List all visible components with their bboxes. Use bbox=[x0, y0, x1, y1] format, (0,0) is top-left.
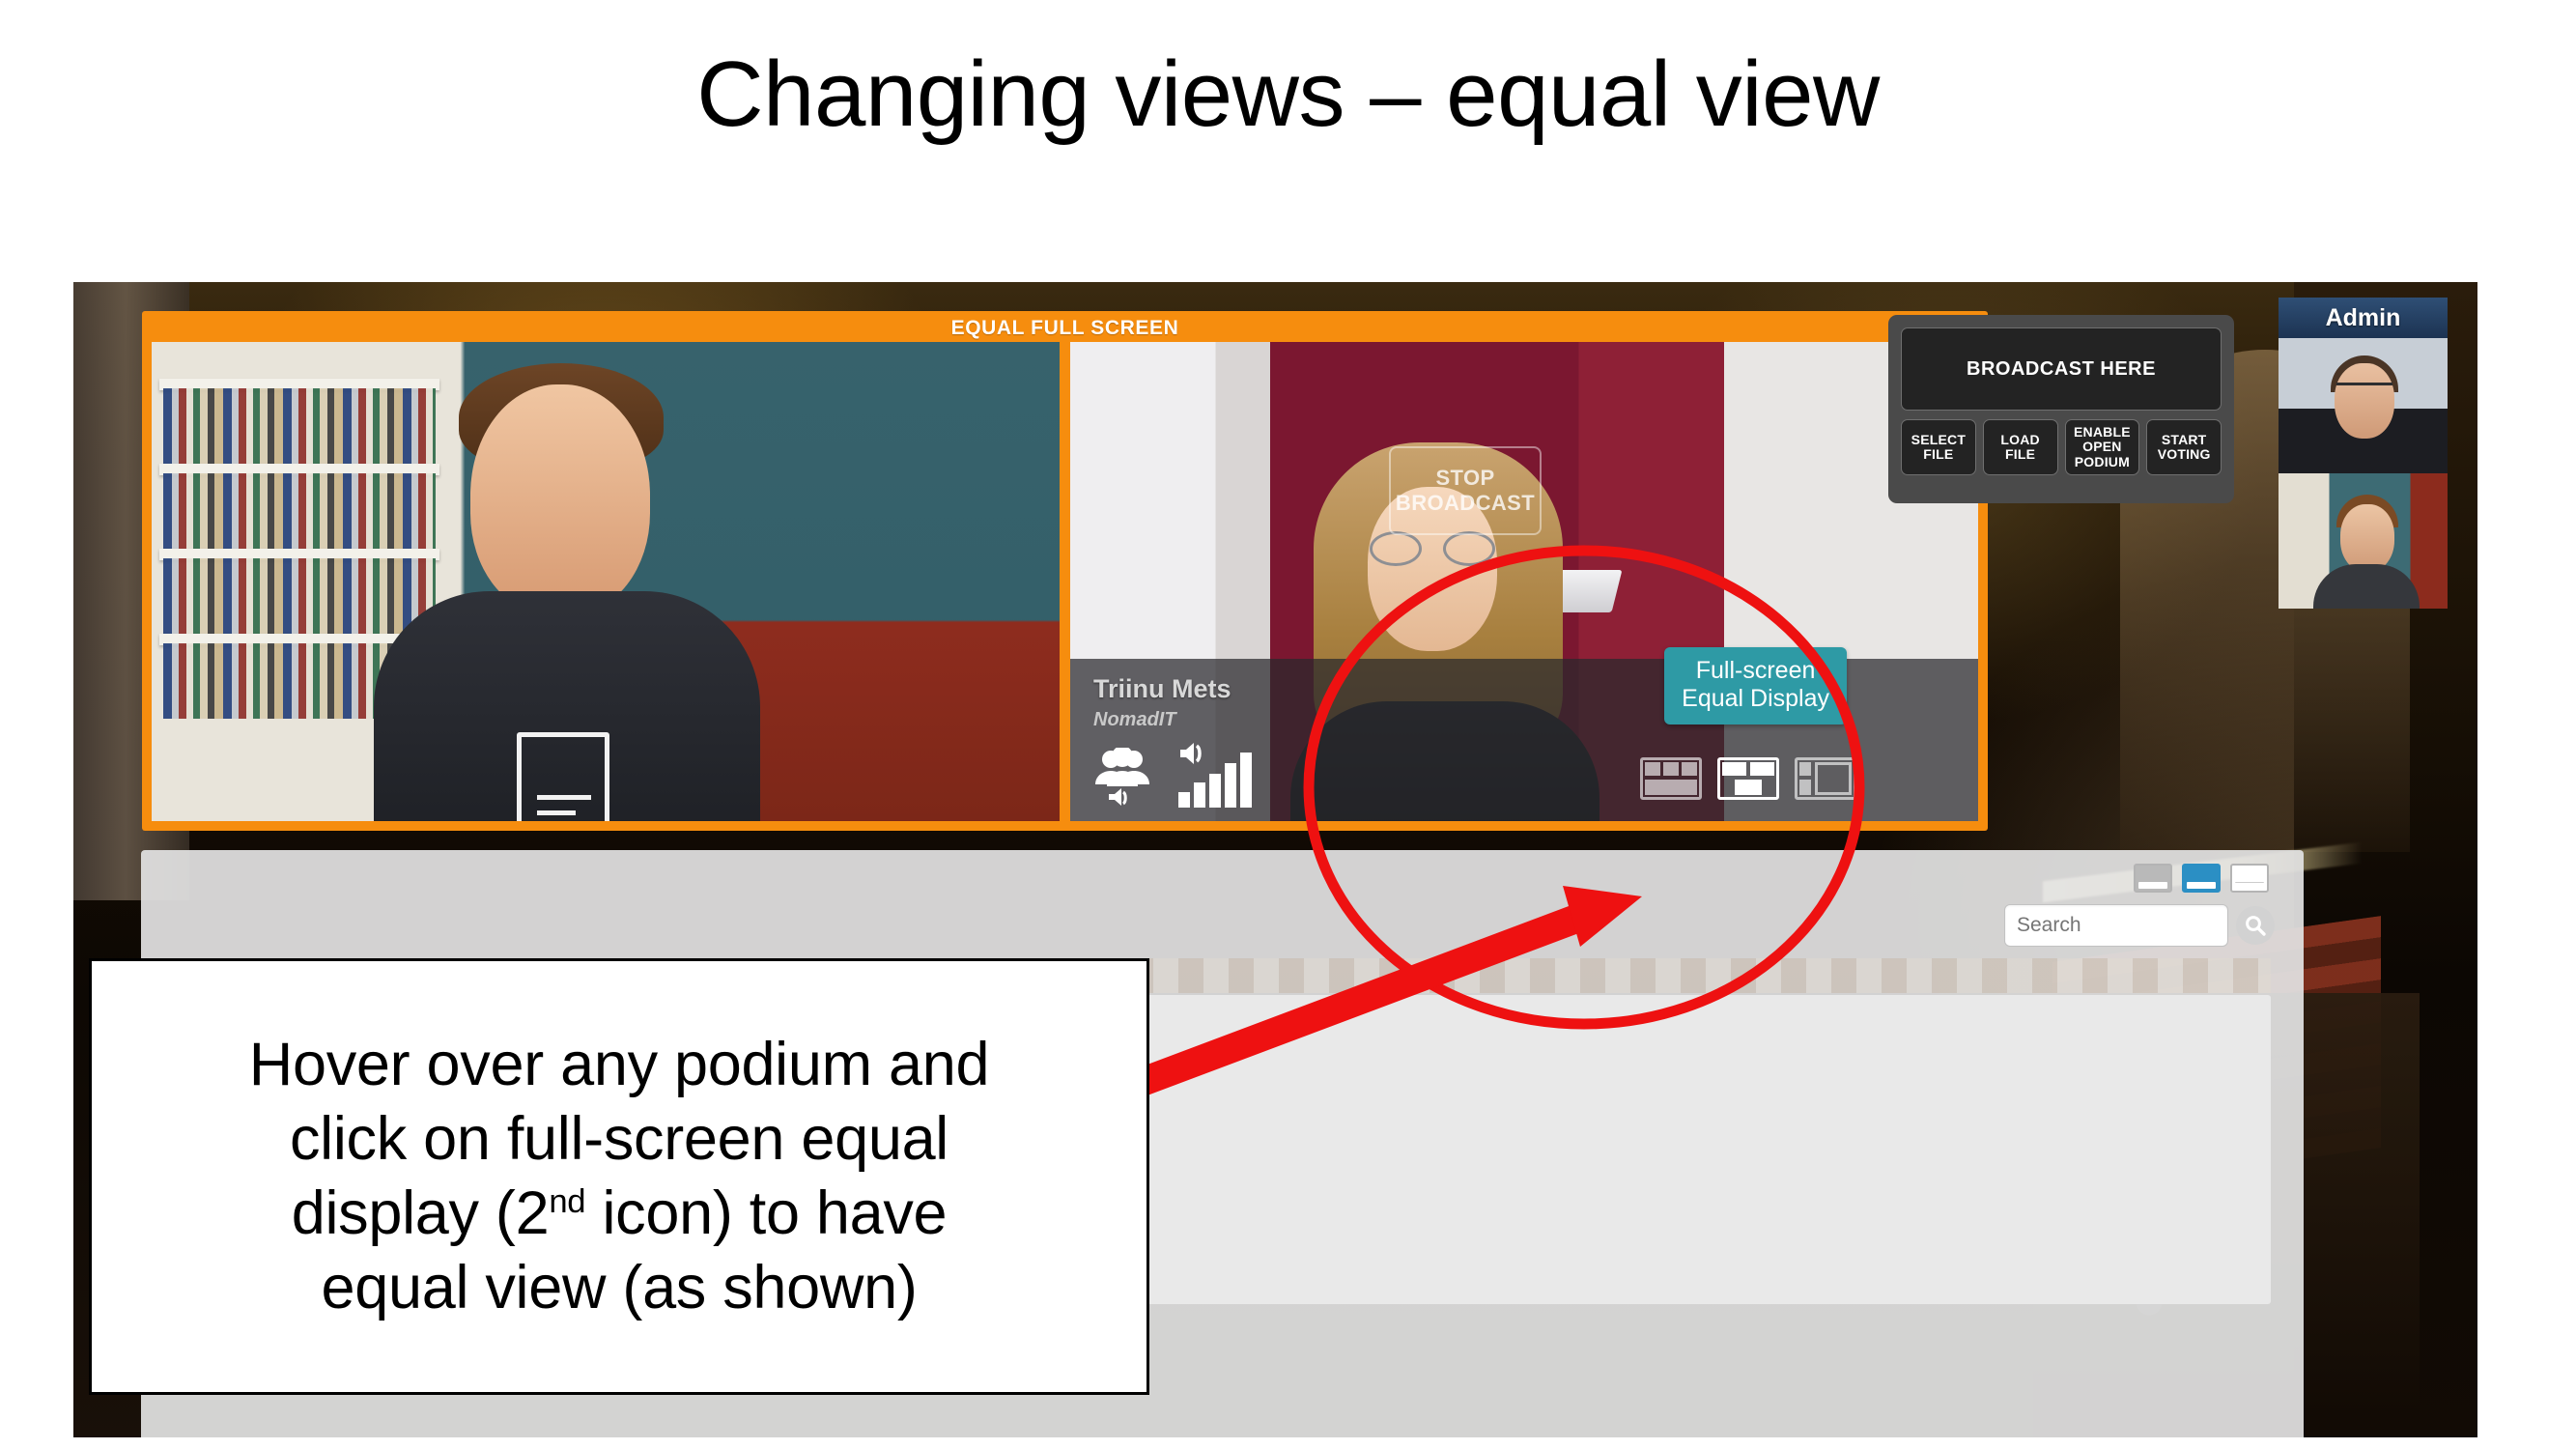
stop-broadcast-button[interactable]: STOP BROADCAST bbox=[1389, 446, 1542, 535]
layout-option-3-icon[interactable] bbox=[2230, 864, 2269, 893]
callout-line-1: Hover over any podium and bbox=[248, 1031, 990, 1099]
equal-full-screen-window: EQUAL FULL SCREEN STOP BROADCAST Triinu … bbox=[142, 311, 1988, 831]
search-area bbox=[2004, 904, 2275, 947]
video-panes-container: STOP BROADCAST Triinu Mets NomadIT Full-… bbox=[152, 342, 1978, 821]
layout-option-1-icon[interactable] bbox=[2134, 864, 2172, 893]
search-icon bbox=[2246, 916, 2266, 936]
layout-switch-icon-group bbox=[1640, 757, 1856, 800]
enable-open-podium-button[interactable]: ENABLE OPEN PODIUM bbox=[2064, 419, 2140, 475]
layout-option-2-icon[interactable] bbox=[2182, 864, 2221, 893]
thumbnails-top-layout-icon[interactable] bbox=[1640, 757, 1702, 800]
admin-thumbnail-1[interactable] bbox=[2279, 338, 2448, 473]
speaker-organisation: NomadIT bbox=[1093, 709, 1176, 730]
broadcast-control-panel: BROADCAST HERE SELECT FILE LOAD FILE ENA… bbox=[1888, 315, 2234, 503]
sidebar-left-layout-icon[interactable] bbox=[1795, 757, 1856, 800]
pane-control-overlay: Triinu Mets NomadIT Full-screen Equal Di… bbox=[1070, 647, 1978, 821]
bottom-layout-icon-group bbox=[2134, 864, 2269, 893]
equal-window-title: EQUAL FULL SCREEN bbox=[950, 317, 1179, 339]
right-participant-video[interactable]: STOP BROADCAST Triinu Mets NomadIT Full-… bbox=[1070, 342, 1978, 821]
search-input[interactable] bbox=[2004, 904, 2228, 947]
people-audio-icon[interactable] bbox=[1091, 746, 1153, 808]
full-screen-equal-display-tooltip: Full-screen Equal Display bbox=[1664, 647, 1847, 724]
page-title: Changing views – equal view bbox=[696, 43, 1880, 146]
instruction-callout: Hover over any podium and click on full-… bbox=[89, 958, 1149, 1395]
load-file-button[interactable]: LOAD FILE bbox=[1982, 419, 2058, 475]
start-voting-button[interactable]: START VOTING bbox=[2146, 419, 2222, 475]
admin-thumbnail-2[interactable] bbox=[2279, 473, 2448, 609]
left-participant-video[interactable] bbox=[152, 342, 1060, 821]
control-button-row: SELECT FILE LOAD FILE ENABLE OPEN PODIUM… bbox=[1901, 419, 2222, 475]
admin-header: Admin bbox=[2279, 298, 2448, 338]
full-screen-equal-display-icon[interactable] bbox=[1717, 757, 1779, 800]
left-person-head bbox=[470, 384, 650, 614]
callout-line-3-sup: nd bbox=[549, 1183, 586, 1220]
search-button[interactable] bbox=[2236, 906, 2275, 945]
callout-line-3a: display (2 bbox=[291, 1179, 550, 1247]
callout-line-2: click on full-screen equal bbox=[289, 1105, 949, 1174]
callout-line-4: equal view (as shown) bbox=[321, 1253, 918, 1321]
instruction-callout-text: Hover over any podium and click on full-… bbox=[248, 1028, 990, 1324]
signal-bars-icon bbox=[1178, 742, 1254, 808]
left-video-frame bbox=[152, 342, 1060, 821]
speaker-name: Triinu Mets bbox=[1093, 674, 1231, 703]
left-person-shirt-logo bbox=[517, 732, 609, 821]
admin-panel: Admin bbox=[2279, 298, 2448, 609]
select-file-button[interactable]: SELECT FILE bbox=[1901, 419, 1976, 475]
callout-line-3b: icon) to have bbox=[585, 1179, 948, 1247]
right-person-glasses bbox=[1370, 531, 1495, 566]
broadcast-here-slot[interactable]: BROADCAST HERE bbox=[1901, 327, 2222, 411]
